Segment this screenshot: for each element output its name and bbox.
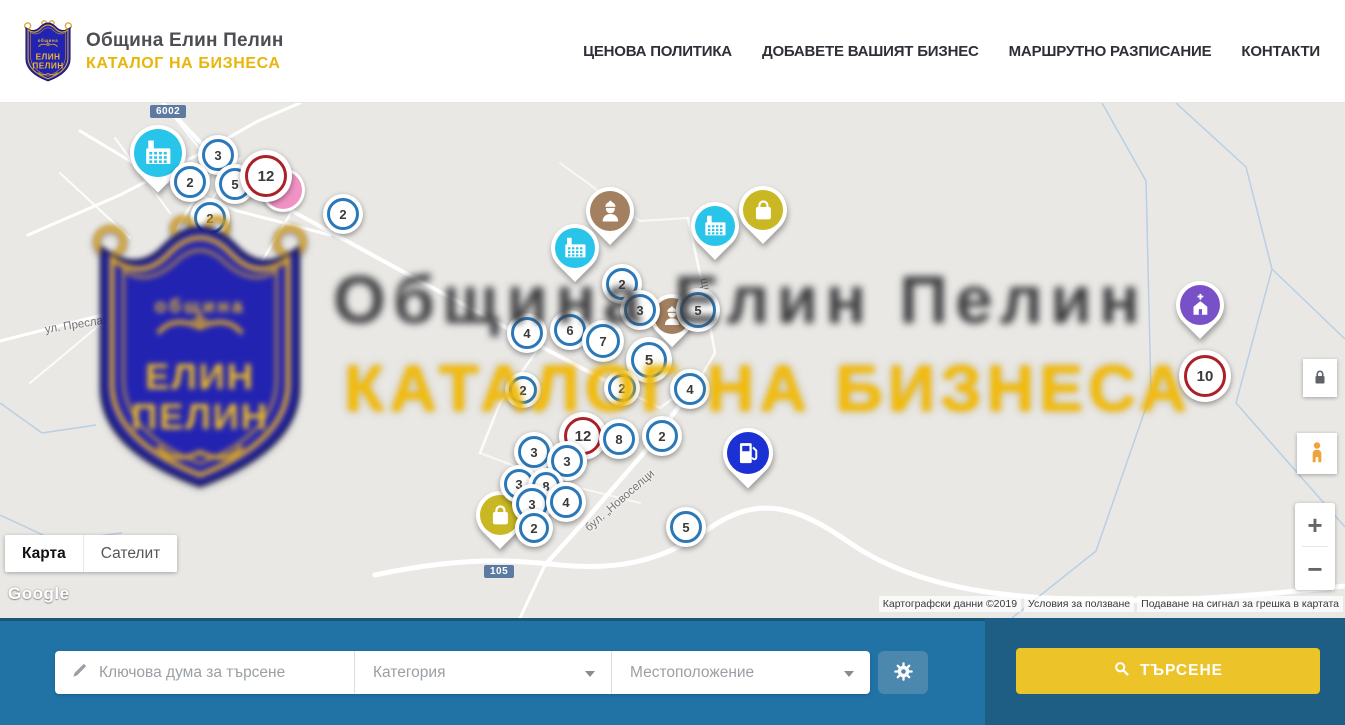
map-type-switcher: Карта Сателит [5,535,177,572]
cluster-marker[interactable]: 7 [582,320,624,362]
factory-icon [561,234,590,263]
main-nav: ЦЕНОВА ПОЛИТИКА ДОБАВЕТЕ ВАШИЯТ БИЗНЕС М… [583,43,1320,60]
google-logo[interactable]: Google [8,584,70,604]
cluster-marker[interactable]: 5 [666,507,706,547]
header: Община Елин Пелин КАТАЛОГ НА БИЗНЕСА ЦЕН… [0,0,1345,103]
map-pin-factory[interactable] [691,202,739,250]
nav-item-contacts[interactable]: КОНТАКТИ [1241,43,1320,60]
keyword-input[interactable] [89,664,354,682]
factory-icon [701,212,730,241]
search-bar: ТЪРСЕНЕ Категория Местоположение [0,618,1345,725]
search-button[interactable]: ТЪРСЕНЕ [1016,648,1320,694]
cluster-marker[interactable]: 2 [170,162,210,202]
cluster-marker[interactable]: 8 [599,419,639,459]
factory-icon [141,136,176,171]
logo-text: Община Елин Пелин КАТАЛОГ НА БИЗНЕСА [86,30,284,73]
nav-item-route-schedule[interactable]: МАРШРУТНО РАЗПИСАНИЕ [1009,43,1212,60]
cluster-marker[interactable]: 4 [670,369,710,409]
map-canvas[interactable]: 6002105 ул. Преславбул. „Новоселцищи [0,103,1345,618]
gear-icon [892,660,915,686]
zoom-control: + − [1295,503,1335,590]
map-pin-bag[interactable] [739,186,787,234]
nav-item-add-your-business[interactable]: ДОБАВЕТЕ ВАШИЯТ БИЗНЕС [762,43,979,60]
site-subtitle: КАТАЛОГ НА БИЗНЕСА [86,55,284,73]
cluster-marker[interactable]: 2 [642,416,682,456]
cluster-marker[interactable]: 4 [507,313,547,353]
cluster-marker[interactable]: 3 [620,290,660,330]
cluster-marker[interactable]: 2 [515,509,553,547]
fuel-icon [733,438,763,468]
church-icon [1186,291,1215,320]
logo-link[interactable]: Община Елин Пелин КАТАЛОГ НА БИЗНЕСА [22,19,284,84]
site-title: Община Елин Пелин [86,30,284,52]
attribution-report-link[interactable]: Подаване на сигнал за грешка в картата [1137,596,1343,612]
chevron-down-icon [585,671,595,677]
lock-button[interactable] [1303,359,1337,397]
search-fields: Категория Местоположение [55,651,870,694]
pegman-button[interactable] [1297,433,1337,474]
settings-button[interactable] [878,651,928,694]
map-pin-factory[interactable] [551,224,599,272]
location-select[interactable]: Местоположение [612,651,870,694]
lock-icon [1310,366,1330,391]
category-select[interactable]: Категория [355,651,612,694]
pencil-icon [71,661,89,684]
page: Община Елин Пелин КАТАЛОГ НА БИЗНЕСА ЦЕН… [0,0,1345,725]
map-type-map-button[interactable]: Карта [5,535,83,572]
map-pin-church[interactable] [1176,281,1224,329]
attribution-copyright: Картографски данни ©2019 [879,596,1021,612]
attribution-terms-link[interactable]: Условия за ползване [1024,596,1134,612]
map-pin-fuel[interactable] [723,428,773,478]
zoom-out-button[interactable]: − [1295,547,1335,590]
cluster-marker[interactable]: 4 [546,482,586,522]
search-panel: ТЪРСЕНЕ [985,618,1345,725]
cluster-marker[interactable]: 2 [323,194,363,234]
municipality-crest-icon [22,19,74,84]
category-value: Категория [373,664,445,682]
cluster-marker[interactable]: 2 [505,372,541,408]
worker-icon [596,197,625,226]
cluster-marker[interactable]: 10 [1179,350,1231,402]
nav-item-pricing-policy[interactable]: ЦЕНОВА ПОЛИТИКА [583,43,732,60]
bag-icon [749,196,778,225]
search-icon [1113,660,1130,682]
pegman-icon [1305,439,1329,468]
map-attribution: Картографски данни ©2019 Условия за полз… [876,596,1343,612]
keyword-field[interactable] [55,651,355,694]
zoom-in-button[interactable]: + [1295,503,1335,546]
chevron-down-icon [844,671,854,677]
search-button-label: ТЪРСЕНЕ [1140,662,1223,680]
map-type-satellite-button[interactable]: Сателит [83,535,177,572]
cluster-marker[interactable]: 2 [190,198,230,238]
cluster-marker[interactable]: 12 [240,150,292,202]
cluster-marker[interactable]: 2 [604,370,640,406]
bag-icon [486,501,515,530]
location-value: Местоположение [630,664,754,682]
cluster-marker[interactable]: 5 [676,288,720,332]
